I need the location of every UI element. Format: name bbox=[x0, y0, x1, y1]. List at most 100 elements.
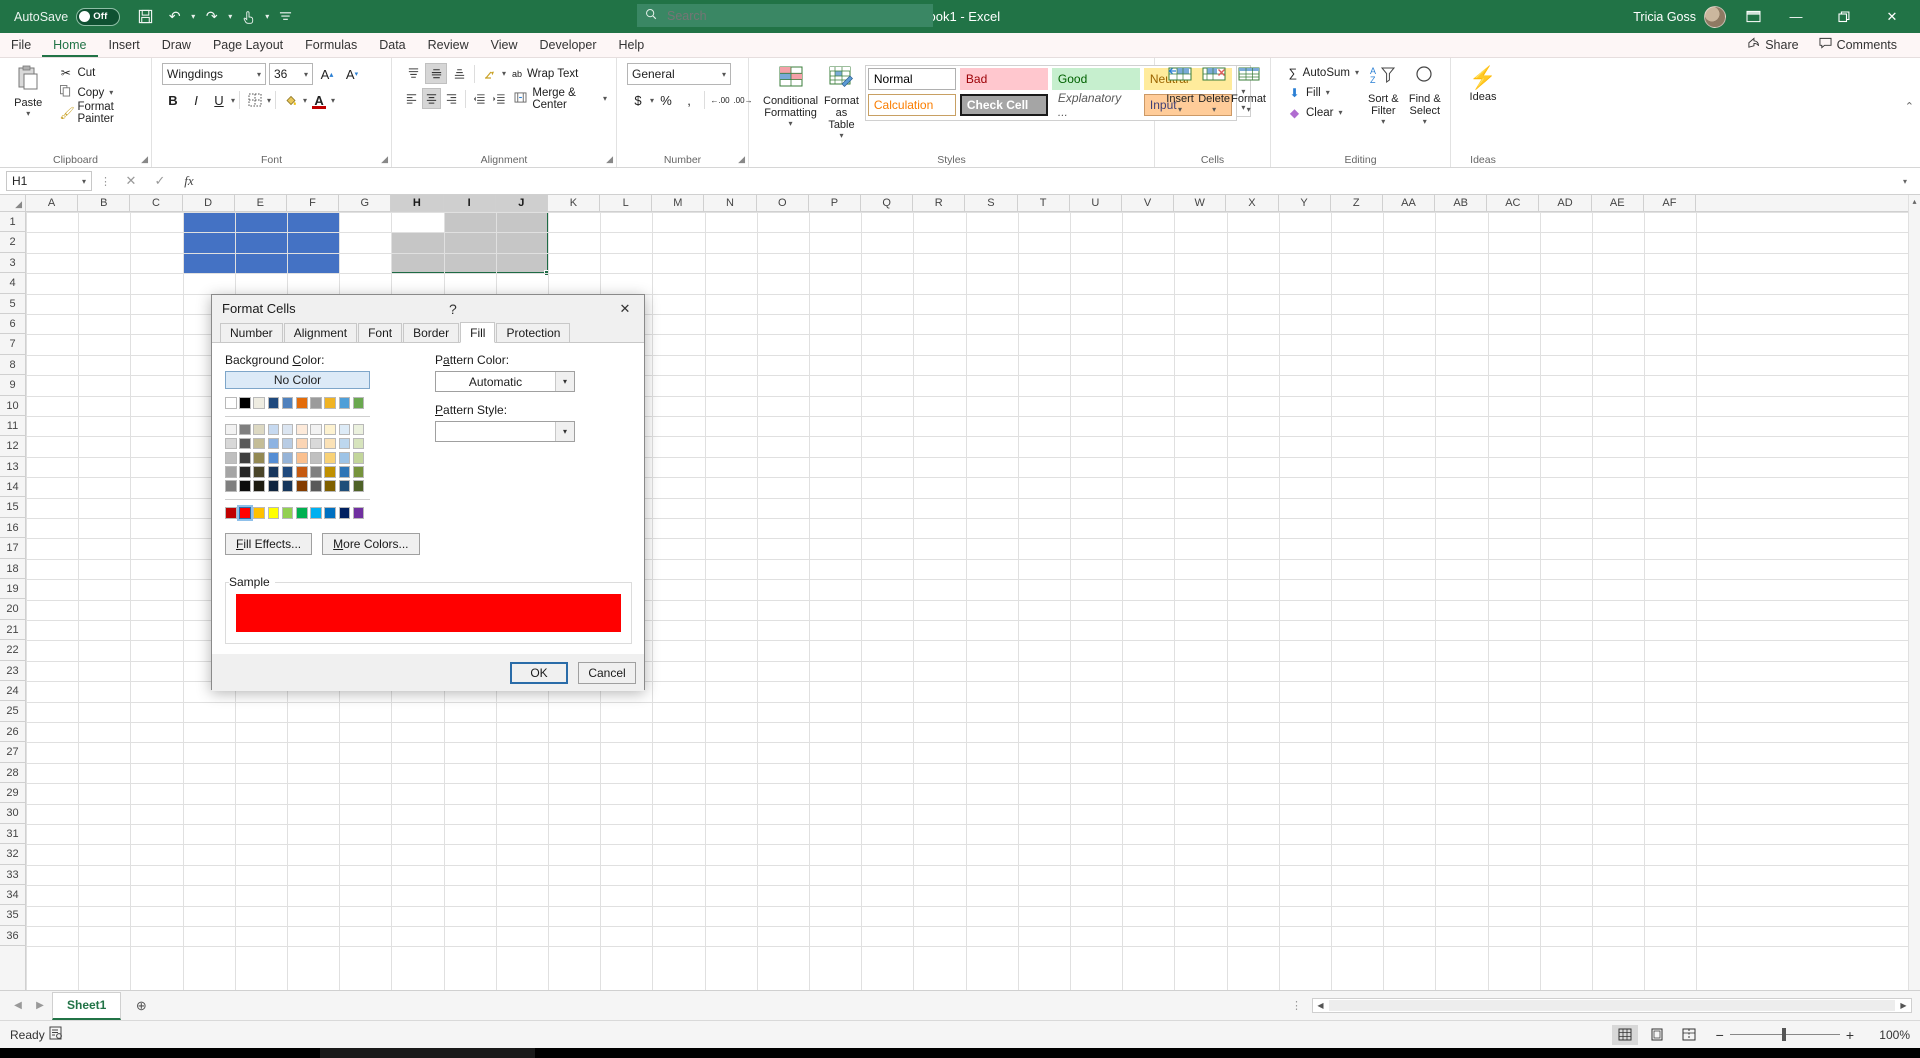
color-swatch-variant-0-6[interactable] bbox=[310, 423, 322, 436]
row-header-29[interactable]: 29 bbox=[0, 783, 25, 804]
column-header-K[interactable]: K bbox=[548, 195, 601, 211]
align-bottom-icon[interactable] bbox=[448, 63, 470, 84]
color-swatch-variant-3-2[interactable] bbox=[253, 466, 265, 478]
color-swatch-variant-4-8[interactable] bbox=[338, 480, 351, 492]
sort-filter-button[interactable]: AZ Sort & Filter ▾ bbox=[1363, 63, 1404, 126]
row-header-22[interactable]: 22 bbox=[0, 640, 25, 661]
tab-formulas[interactable]: Formulas bbox=[294, 33, 368, 57]
column-header-W[interactable]: W bbox=[1174, 195, 1227, 211]
delete-cells-chevron-down-icon[interactable]: ▾ bbox=[1212, 105, 1216, 114]
row-header-20[interactable]: 20 bbox=[0, 599, 25, 620]
color-swatch-variant-4-3[interactable] bbox=[267, 480, 280, 492]
color-swatch-theme-2[interactable] bbox=[253, 397, 265, 409]
comma-style-icon[interactable]: , bbox=[678, 89, 700, 111]
color-swatch-variant-1-7[interactable] bbox=[324, 437, 336, 450]
minimize-icon[interactable]: — bbox=[1774, 1, 1818, 33]
theme-variant-row-1[interactable] bbox=[225, 437, 425, 450]
dialog-tab-protection[interactable]: Protection bbox=[496, 323, 571, 342]
find-select-button[interactable]: Find & Select ▾ bbox=[1404, 63, 1446, 126]
pattern-color-chevron-down-icon[interactable]: ▾ bbox=[555, 372, 574, 391]
row-header-13[interactable]: 13 bbox=[0, 457, 25, 478]
zoom-thumb[interactable] bbox=[1781, 1028, 1786, 1041]
row-header-34[interactable]: 34 bbox=[0, 885, 25, 906]
row-header-31[interactable]: 31 bbox=[0, 824, 25, 845]
format-cells-chevron-down-icon[interactable]: ▾ bbox=[1247, 105, 1251, 114]
expand-formula-bar-icon[interactable]: ▾ bbox=[1896, 177, 1914, 186]
paste-button[interactable]: Paste ▾ bbox=[4, 63, 52, 118]
sort-filter-chevron-down-icon[interactable]: ▾ bbox=[1381, 117, 1385, 126]
dialog-tab-border[interactable]: Border bbox=[403, 323, 460, 342]
clipboard-dialog-launcher-icon[interactable]: ◢ bbox=[141, 154, 148, 165]
insert-function-icon[interactable]: fx bbox=[177, 173, 201, 189]
bold-button[interactable]: B bbox=[162, 89, 184, 111]
fill-color-chevron-down-icon[interactable]: ▾ bbox=[303, 96, 307, 105]
ok-button[interactable]: OK bbox=[510, 661, 568, 684]
pattern-color-combobox[interactable]: Automatic ▾ bbox=[435, 371, 575, 392]
fill-effects-button[interactable]: Fill Effects... bbox=[225, 532, 313, 555]
color-swatch-variant-0-5[interactable] bbox=[295, 423, 308, 436]
italic-button[interactable]: I bbox=[185, 89, 207, 111]
format-painter-button[interactable]: 🖌 Format Painter bbox=[55, 101, 147, 125]
autosave-toggle[interactable]: AutoSave Off bbox=[14, 7, 121, 26]
tab-data[interactable]: Data bbox=[368, 33, 416, 57]
tab-file[interactable]: File bbox=[0, 33, 42, 57]
font-name-chevron-down-icon[interactable]: ▾ bbox=[251, 70, 261, 79]
row-header-15[interactable]: 15 bbox=[0, 497, 25, 518]
column-header-V[interactable]: V bbox=[1122, 195, 1175, 211]
touch-mode-chevron-down-icon[interactable]: ▾ bbox=[264, 12, 270, 21]
cancel-icon[interactable]: ✕ bbox=[119, 173, 143, 189]
zoom-slider[interactable]: − + bbox=[1708, 1027, 1862, 1043]
row-header-14[interactable]: 14 bbox=[0, 477, 25, 498]
color-swatch-variant-3-7[interactable] bbox=[324, 466, 336, 478]
color-swatch-variant-0-0[interactable] bbox=[225, 423, 237, 436]
column-header-U[interactable]: U bbox=[1070, 195, 1122, 211]
increase-indent-icon[interactable] bbox=[490, 88, 509, 109]
row-header-28[interactable]: 28 bbox=[0, 763, 25, 783]
format-as-table-button[interactable]: Format as Table ▾ bbox=[824, 63, 859, 140]
paste-chevron-down-icon[interactable]: ▾ bbox=[26, 109, 30, 118]
tab-insert[interactable]: Insert bbox=[98, 33, 151, 57]
format-as-table-chevron-down-icon[interactable]: ▾ bbox=[839, 131, 843, 140]
conditional-formatting-button[interactable]: Conditional Formatting ▾ bbox=[763, 63, 818, 128]
column-header-F[interactable]: F bbox=[287, 195, 340, 211]
grow-font-icon[interactable]: A ▴ bbox=[316, 63, 338, 85]
column-header-B[interactable]: B bbox=[78, 195, 131, 211]
align-right-icon[interactable] bbox=[442, 88, 461, 109]
column-header-L[interactable]: L bbox=[600, 195, 653, 211]
color-swatch-variant-3-9[interactable] bbox=[352, 466, 365, 478]
color-swatch-variant-2-7[interactable] bbox=[324, 451, 336, 464]
touch-mode-icon[interactable] bbox=[235, 4, 262, 29]
font-size-combobox[interactable]: 36 ▾ bbox=[269, 63, 313, 85]
color-swatch-variant-1-5[interactable] bbox=[295, 437, 308, 450]
decrease-indent-icon[interactable] bbox=[470, 88, 489, 109]
close-icon[interactable]: ✕ bbox=[610, 297, 640, 321]
row-header-9[interactable]: 9 bbox=[0, 375, 25, 396]
insert-cells-chevron-down-icon[interactable]: ▾ bbox=[1178, 105, 1182, 114]
column-header-J[interactable]: J bbox=[495, 195, 548, 211]
align-left-icon[interactable] bbox=[402, 88, 421, 109]
number-format-chevron-down-icon[interactable]: ▾ bbox=[716, 70, 726, 79]
row-header-36[interactable]: 36 bbox=[0, 926, 25, 947]
color-swatch-variant-3-6[interactable] bbox=[310, 466, 322, 478]
color-swatch-standard-8[interactable] bbox=[338, 506, 351, 519]
color-swatch-variant-1-4[interactable] bbox=[281, 437, 294, 450]
dialog-tab-alignment[interactable]: Alignment bbox=[283, 323, 358, 342]
column-header-D[interactable]: D bbox=[183, 195, 235, 211]
zoom-out-icon[interactable]: − bbox=[1716, 1027, 1724, 1043]
color-swatch-theme-0[interactable] bbox=[225, 397, 237, 409]
color-swatch-variant-2-0[interactable] bbox=[225, 451, 237, 464]
row-header-17[interactable]: 17 bbox=[0, 538, 25, 559]
copy-button[interactable]: Copy ▾ bbox=[55, 83, 147, 102]
share-button[interactable]: Share bbox=[1738, 33, 1807, 57]
font-color-icon[interactable]: A bbox=[308, 89, 330, 111]
color-swatch-standard-5[interactable] bbox=[295, 506, 308, 519]
zoom-in-icon[interactable]: + bbox=[1846, 1027, 1854, 1043]
column-header-AC[interactable]: AC bbox=[1487, 195, 1540, 211]
formula-input[interactable] bbox=[206, 171, 1891, 191]
pattern-style-combobox[interactable]: ▾ bbox=[435, 421, 575, 442]
previous-sheet-icon[interactable]: ◀ bbox=[8, 995, 28, 1017]
delete-cells-button[interactable]: Delete ▾ bbox=[1197, 63, 1231, 114]
theme-variant-row-2[interactable] bbox=[225, 451, 425, 464]
color-swatch-variant-3-3[interactable] bbox=[267, 466, 280, 478]
theme-variant-row-0[interactable] bbox=[225, 423, 425, 436]
